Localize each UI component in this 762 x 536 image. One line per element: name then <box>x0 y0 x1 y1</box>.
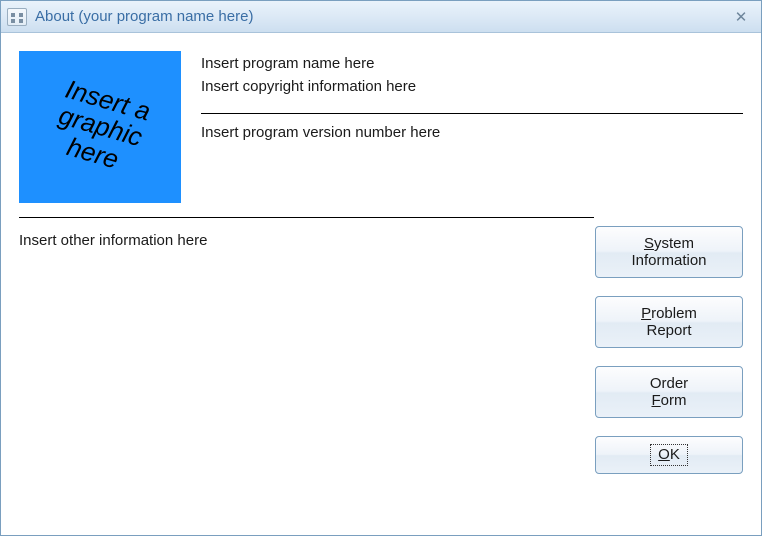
info-column: Insert program name here Insert copyrigh… <box>201 51 743 147</box>
close-icon[interactable]: ✕ <box>727 8 755 26</box>
divider-2 <box>19 217 594 218</box>
window-title: About (your program name here) <box>35 8 727 25</box>
system-information-button[interactable]: System Information <box>595 226 743 278</box>
button-column: System Information Problem Report Order … <box>595 226 743 474</box>
graphic-text: Insert a graphic here <box>47 76 153 179</box>
ok-button[interactable]: OK <box>595 436 743 474</box>
titlebar: About (your program name here) ✕ <box>1 1 761 33</box>
order-form-button[interactable]: Order Form <box>595 366 743 418</box>
other-info-label: Insert other information here <box>19 228 575 474</box>
lower-row: Insert other information here System Inf… <box>19 228 743 474</box>
version-label: Insert program version number here <box>201 124 743 141</box>
problem-report-button[interactable]: Problem Report <box>595 296 743 348</box>
top-row: Insert a graphic here Insert program nam… <box>19 51 743 203</box>
graphic-placeholder: Insert a graphic here <box>19 51 181 203</box>
about-dialog: About (your program name here) ✕ Insert … <box>0 0 762 536</box>
dialog-content: Insert a graphic here Insert program nam… <box>1 33 761 535</box>
copyright-label: Insert copyright information here <box>201 78 743 95</box>
form-icon <box>7 8 27 26</box>
program-name-label: Insert program name here <box>201 55 743 72</box>
divider-1 <box>201 113 743 114</box>
